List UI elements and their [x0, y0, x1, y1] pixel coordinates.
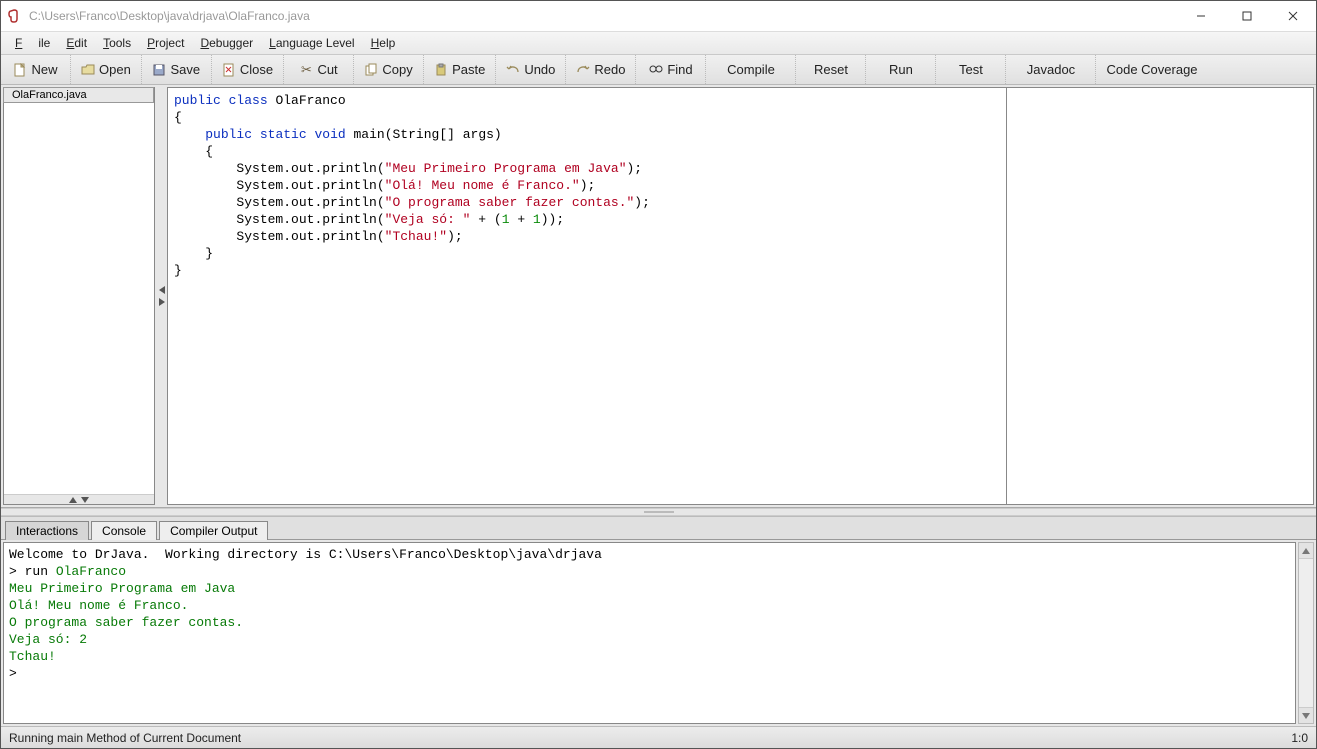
open-label: Open: [99, 62, 131, 77]
cut-button[interactable]: ✂ Cut: [284, 55, 354, 84]
main-split: OlaFranco.java public class OlaFranco { …: [1, 85, 1316, 508]
redo-icon: [576, 63, 590, 77]
menu-project[interactable]: Project: [139, 36, 192, 50]
open-button[interactable]: Open: [71, 55, 142, 84]
status-bar: Running main Method of Current Document …: [1, 726, 1316, 748]
undo-label: Undo: [524, 62, 555, 77]
javadoc-button[interactable]: Javadoc: [1006, 55, 1096, 84]
menu-language[interactable]: Language Level: [261, 36, 362, 50]
run-button[interactable]: Run: [866, 55, 936, 84]
paste-button[interactable]: Paste: [424, 55, 496, 84]
tab-console[interactable]: Console: [91, 521, 157, 540]
editor-wrap: public class OlaFranco { public static v…: [167, 87, 1314, 505]
find-label: Find: [667, 62, 692, 77]
cursor-position: 1:0: [1291, 731, 1308, 745]
save-icon: [152, 63, 166, 77]
file-list-pane: OlaFranco.java: [3, 87, 155, 505]
bottom-tabs: Interactions Console Compiler Output: [1, 516, 1316, 540]
menu-file[interactable]: File: [7, 36, 58, 50]
compile-label: Compile: [727, 62, 775, 77]
save-button[interactable]: Save: [142, 55, 212, 84]
window-title: C:\Users\Franco\Desktop\java\drjava\OlaF…: [29, 9, 1178, 23]
compile-button[interactable]: Compile: [706, 55, 796, 84]
menu-edit[interactable]: Edit: [58, 36, 95, 50]
minimize-button[interactable]: [1178, 1, 1224, 31]
redo-label: Redo: [594, 62, 625, 77]
close-label: Close: [240, 62, 273, 77]
reset-button[interactable]: Reset: [796, 55, 866, 84]
test-label: Test: [959, 62, 983, 77]
find-icon: [649, 63, 663, 77]
undo-button[interactable]: Undo: [496, 55, 566, 84]
interactions-console[interactable]: Welcome to DrJava. Working directory is …: [3, 542, 1296, 724]
run-label: Run: [889, 62, 913, 77]
save-label: Save: [170, 62, 200, 77]
coverage-label: Code Coverage: [1106, 62, 1197, 77]
new-label: New: [31, 62, 57, 77]
open-file-tab[interactable]: OlaFranco.java: [3, 87, 154, 103]
redo-button[interactable]: Redo: [566, 55, 636, 84]
cut-icon: ✂: [299, 63, 313, 77]
file-pane-toggle[interactable]: [4, 494, 154, 504]
javadoc-label: Javadoc: [1027, 62, 1075, 77]
tab-interactions[interactable]: Interactions: [5, 521, 89, 540]
paste-icon: [434, 63, 448, 77]
menu-tools[interactable]: Tools: [95, 36, 139, 50]
editor-gutter-right: [1007, 87, 1314, 505]
menu-debugger[interactable]: Debugger: [192, 36, 261, 50]
copy-icon: [364, 63, 378, 77]
undo-icon: [506, 63, 520, 77]
close-file-icon: [222, 63, 236, 77]
close-tool-button[interactable]: Close: [212, 55, 284, 84]
app-icon: [7, 8, 23, 24]
titlebar: C:\Users\Franco\Desktop\java\drjava\OlaF…: [1, 1, 1316, 31]
tab-compiler-output[interactable]: Compiler Output: [159, 521, 268, 540]
new-button[interactable]: New: [1, 55, 71, 84]
bottom-panel: Interactions Console Compiler Output Wel…: [1, 516, 1316, 726]
coverage-button[interactable]: Code Coverage: [1096, 55, 1207, 84]
menubar: File Edit Tools Project Debugger Languag…: [1, 31, 1316, 55]
vertical-splitter[interactable]: [157, 85, 167, 507]
horizontal-splitter[interactable]: [1, 508, 1316, 516]
open-icon: [81, 63, 95, 77]
toolbar: New Open Save Close ✂ Cut Copy Paste Undo…: [1, 55, 1316, 85]
copy-button[interactable]: Copy: [354, 55, 424, 84]
scroll-down-icon[interactable]: [1299, 707, 1313, 723]
reset-label: Reset: [814, 62, 848, 77]
status-message: Running main Method of Current Document: [9, 731, 241, 745]
scroll-up-icon[interactable]: [1299, 543, 1313, 559]
copy-label: Copy: [382, 62, 412, 77]
find-button[interactable]: Find: [636, 55, 706, 84]
paste-label: Paste: [452, 62, 485, 77]
close-button[interactable]: [1270, 1, 1316, 31]
code-editor[interactable]: public class OlaFranco { public static v…: [167, 87, 1007, 505]
maximize-button[interactable]: [1224, 1, 1270, 31]
console-scrollbar[interactable]: [1298, 542, 1314, 724]
menu-help[interactable]: Help: [363, 36, 404, 50]
test-button[interactable]: Test: [936, 55, 1006, 84]
new-icon: [13, 63, 27, 77]
cut-label: Cut: [317, 62, 337, 77]
